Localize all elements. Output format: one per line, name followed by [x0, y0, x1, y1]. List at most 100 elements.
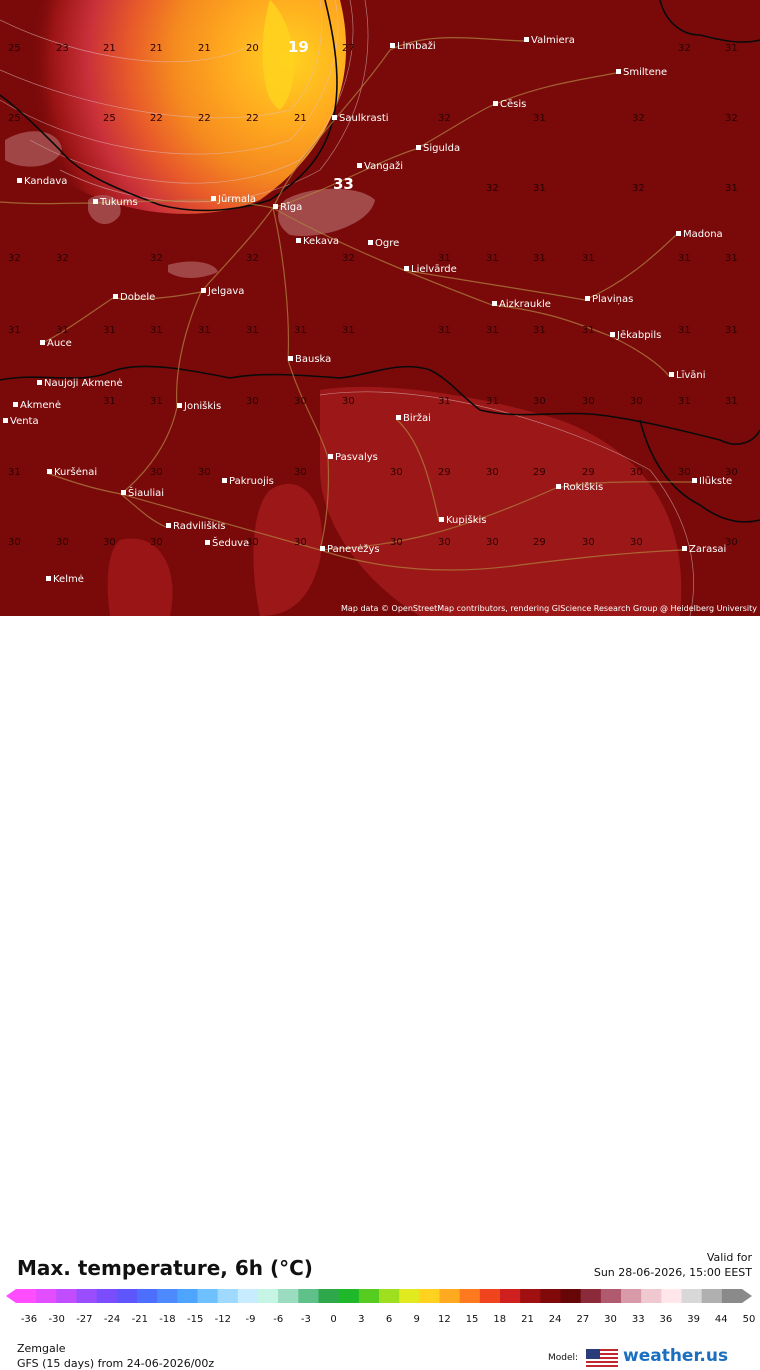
scale-swatch [560, 1289, 582, 1303]
scale-tick-label: -21 [131, 1314, 148, 1325]
city-marker-icon [205, 540, 210, 545]
city-marker-icon [616, 69, 621, 74]
temperature-value: 23 [56, 43, 69, 54]
weather-map[interactable]: Limbaži Valmiera Smiltene Cēsis Saulkrasti Si… [0, 0, 760, 616]
map-attribution[interactable]: Map data © OpenStreetMap contributors, r… [341, 604, 757, 614]
scale-swatch [157, 1289, 178, 1303]
city-label[interactable]: Zarasai [682, 545, 726, 555]
city-label[interactable]: Akmenė [13, 401, 61, 411]
city-label[interactable]: Biržai [396, 414, 431, 424]
color-scale-bar [6, 1289, 752, 1303]
city-marker-icon [47, 469, 52, 474]
temperature-value: 31 [486, 253, 499, 264]
scale-swatch [298, 1289, 319, 1303]
valid-date: Sun 28-06-2026, 15:00 EEST [593, 1266, 752, 1279]
city-marker-icon [46, 576, 51, 581]
city-label[interactable]: Madona [676, 230, 723, 240]
city-label[interactable]: Pakruojis [222, 477, 274, 487]
city-name: Plaviņas [592, 294, 634, 305]
us-flag-icon [586, 1349, 618, 1367]
temperature-value: 30 [630, 537, 643, 548]
scale-tick-label: 15 [465, 1314, 479, 1325]
city-label[interactable]: Vangaži [357, 162, 403, 172]
city-label[interactable]: Naujoji Akmenė [37, 379, 123, 389]
temperature-value: 32 [246, 253, 259, 264]
city-label[interactable]: Bauska [288, 355, 331, 365]
city-label[interactable]: Dobele [113, 293, 155, 303]
temperature-value: 21 [103, 43, 116, 54]
scale-tick-label: -12 [214, 1314, 232, 1325]
city-label[interactable]: Auce [40, 339, 72, 349]
city-label[interactable]: Radviliškis [166, 522, 225, 532]
scale-ticks: -36 -30 -27 -24 -21 -18 -15 -12 -9 -6 -3 0 3 6 9 12 15 18… [0, 1314, 760, 1328]
city-label[interactable]: Jēkabpils [610, 331, 661, 341]
city-label[interactable]: Tukums [93, 198, 138, 208]
temperature-value: 25 [103, 113, 116, 124]
temperature-value: 31 [678, 396, 691, 407]
temperature-value: 31 [438, 396, 451, 407]
city-label[interactable]: Lielvārde [404, 265, 457, 275]
temperature-value: 30 [486, 537, 499, 548]
temperature-value: 31 [678, 253, 691, 264]
city-label[interactable]: Šiauliai [121, 489, 164, 499]
temperature-value: 31 [198, 325, 211, 336]
temperature-value: 30 [294, 396, 307, 407]
city-label[interactable]: Smiltene [616, 68, 667, 78]
city-name: Limbaži [397, 41, 436, 52]
city-marker-icon [682, 546, 687, 551]
temperature-value: 30 [56, 537, 69, 548]
city-label[interactable]: Plaviņas [585, 295, 633, 305]
city-label[interactable]: Jūrmala [211, 195, 256, 205]
temperature-value: 21 [198, 43, 211, 54]
city-label[interactable]: Limbaži [390, 42, 436, 52]
temperature-value: 31 [150, 396, 163, 407]
city-label[interactable]: Šeduva [205, 539, 249, 549]
scale-swatch [76, 1289, 98, 1303]
temperature-value: 31 [725, 183, 738, 194]
city-label[interactable]: Ilūkste [692, 477, 732, 487]
temperature-value: 32 [632, 183, 645, 194]
temperature-value: 31 [582, 325, 595, 336]
brand-logo[interactable]: weather.us [623, 1346, 728, 1366]
scale-tick-label: -24 [103, 1314, 121, 1325]
temperature-value: 31 [103, 325, 116, 336]
temperature-value: 31 [342, 325, 355, 336]
city-marker-icon [357, 163, 362, 168]
city-label[interactable]: Saulkrasti [332, 114, 389, 124]
temperature-value: 27 [342, 43, 355, 54]
city-label[interactable]: Kandava [17, 177, 67, 187]
scale-swatch [540, 1289, 561, 1303]
city-marker-icon [40, 340, 45, 345]
city-label[interactable]: Kupiškis [439, 516, 487, 526]
city-label[interactable]: Kelmė [46, 575, 84, 585]
scale-swatch [439, 1289, 461, 1303]
city-label[interactable]: Jelgava [201, 287, 244, 297]
city-label[interactable]: Sigulda [416, 144, 460, 154]
city-marker-icon [296, 238, 301, 243]
city-label[interactable]: Kuršėnai [47, 468, 97, 478]
city-label[interactable]: Cēsis [493, 100, 526, 110]
temperature-value: 22 [198, 113, 211, 124]
temperature-value: 31 [438, 253, 451, 264]
city-label[interactable]: Valmiera [524, 36, 575, 46]
city-label[interactable]: Līvāni [669, 371, 706, 381]
temperature-value: 31 [533, 113, 546, 124]
scale-tick-label: -9 [245, 1314, 256, 1325]
city-label[interactable]: Rokiškis [556, 483, 603, 493]
scale-tick-label: 27 [576, 1314, 590, 1325]
city-label[interactable]: Venta [3, 417, 39, 427]
temperature-value: 30 [725, 467, 738, 478]
scale-tick-label: 50 [742, 1314, 756, 1325]
city-label[interactable]: Rīga [273, 203, 302, 213]
temperature-value: 29 [533, 467, 546, 478]
city-label[interactable]: Panevėžys [320, 545, 380, 555]
city-name: Smiltene [623, 67, 668, 78]
city-label[interactable]: Kekava [296, 237, 339, 247]
city-label[interactable]: Aizkraukle [492, 300, 551, 310]
city-name: Kandava [24, 176, 68, 187]
city-label[interactable]: Joniškis [177, 402, 221, 412]
scale-swatch [258, 1289, 279, 1303]
city-name: Joniškis [184, 401, 222, 412]
city-label[interactable]: Ogre [368, 239, 399, 249]
city-label[interactable]: Pasvalys [328, 453, 378, 463]
